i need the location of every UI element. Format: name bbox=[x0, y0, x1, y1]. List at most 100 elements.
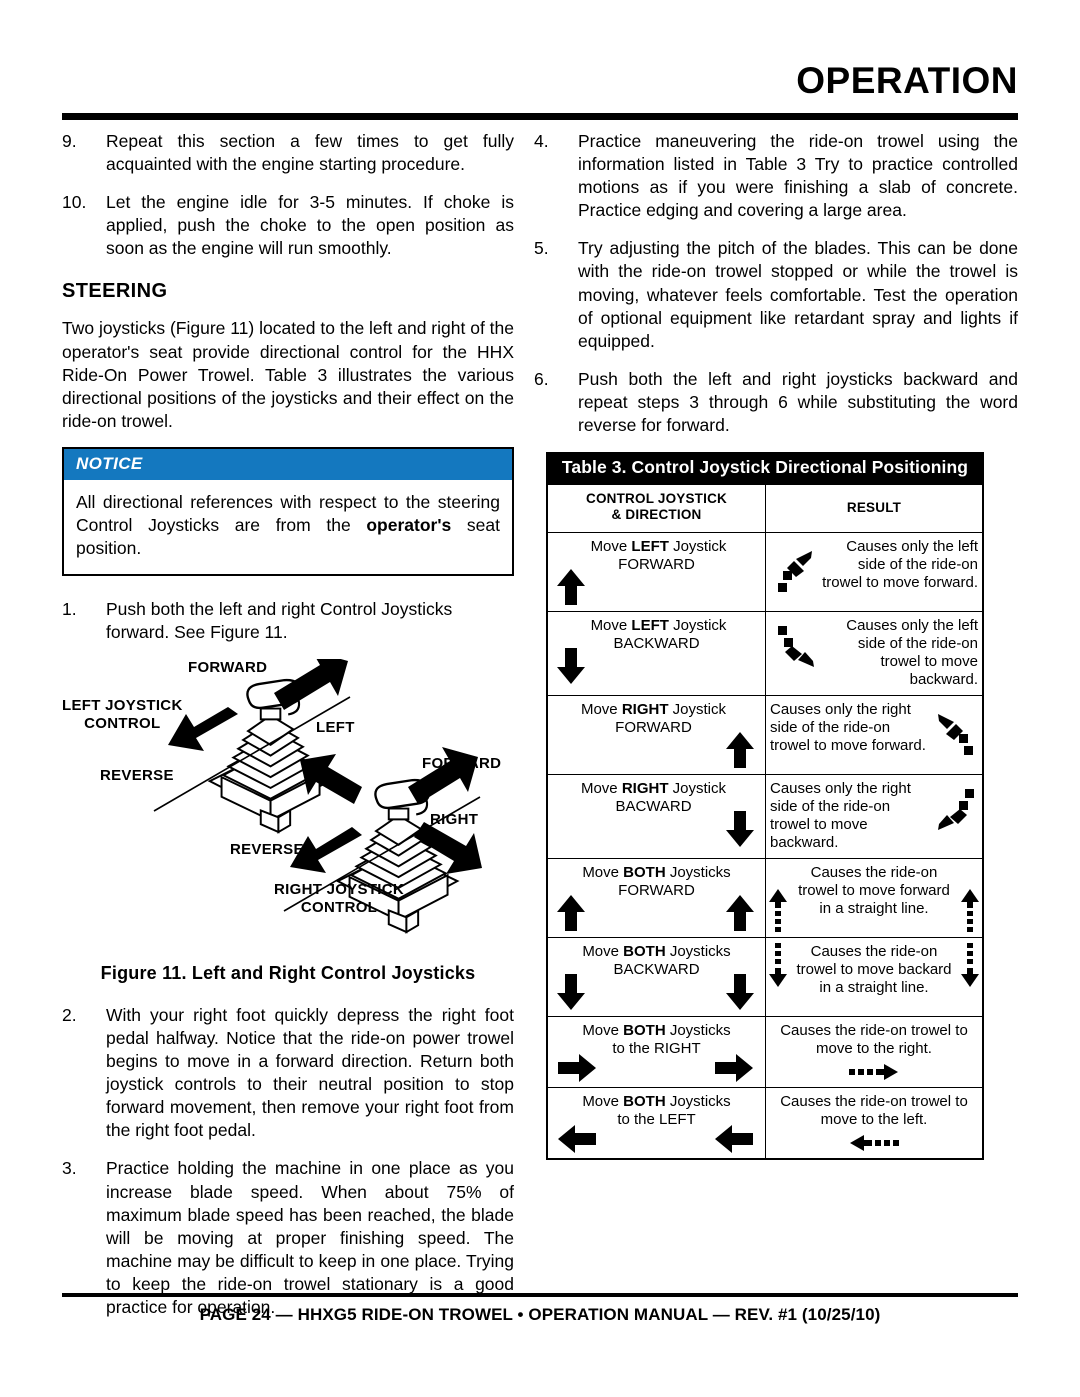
right-column: 4. Practice maneuvering the ride-on trow… bbox=[534, 130, 1018, 452]
list-item-number: 9. bbox=[62, 131, 77, 151]
list-item: 1. Push both the left and right Control … bbox=[62, 598, 514, 644]
arrow-up-icon bbox=[725, 730, 755, 770]
arrow-down-icon bbox=[725, 972, 755, 1012]
list-item: 5. Try adjusting the pitch of the blades… bbox=[534, 237, 1018, 352]
list-item-number: 2. bbox=[62, 1004, 77, 1025]
list-item-number: 10. bbox=[62, 192, 87, 213]
list-item-number: 6. bbox=[534, 368, 549, 389]
action-bold: BOTH bbox=[623, 863, 666, 881]
table-row: Move BOTH Joysticks to the LEFT Causes t… bbox=[546, 1086, 984, 1160]
notice-box: NOTICE All directional references with r… bbox=[62, 446, 514, 576]
table-header-result: RESULT bbox=[765, 484, 984, 533]
action-post: Joysticks bbox=[665, 1021, 731, 1039]
cell-action: Move RIGHT Joystick BACWARD bbox=[546, 773, 766, 859]
table-row: Move RIGHT Joystick BACWARD Causes only … bbox=[546, 773, 984, 859]
section-heading-steering: STEERING bbox=[62, 280, 168, 303]
notice-text-bold: operator's bbox=[366, 515, 452, 536]
action-text: Move LEFT Joystick bbox=[552, 617, 761, 635]
figure-label-reverse-right: REVERSE bbox=[230, 840, 304, 858]
arrow-diagonal-up-right-dotted-icon bbox=[776, 549, 816, 595]
arrow-diagonal-down-left-dotted-icon bbox=[932, 787, 976, 833]
action-bold: LEFT bbox=[631, 616, 669, 634]
table-row: Move LEFT Joystick BACKWARD Causes only … bbox=[546, 610, 984, 696]
cell-result: Causes only the left side of the ride-on… bbox=[765, 531, 984, 612]
table-header-row: CONTROL JOYSTICK & DIRECTION RESULT bbox=[546, 484, 984, 533]
arrow-down-dashed-tail-icon bbox=[960, 942, 980, 988]
figure-label-left-joystick-control-line2: CONTROL bbox=[84, 714, 161, 732]
action-text: Move BOTH Joysticks bbox=[552, 1022, 761, 1040]
notice-label: NOTICE bbox=[64, 448, 512, 480]
cell-result: Causes only the left side of the ride-on… bbox=[765, 610, 984, 696]
arrow-left-dotted-tail-icon bbox=[848, 1134, 900, 1152]
table-3-grid: CONTROL JOYSTICK & DIRECTION RESULT Move… bbox=[546, 484, 984, 1160]
cell-result: Causes the ride-on trowel to move backar… bbox=[765, 936, 984, 1017]
cell-result: Causes only the right side of the ride-o… bbox=[765, 694, 984, 775]
cell-action: Move BOTH Joysticks to the RIGHT bbox=[546, 1015, 766, 1088]
figure-11-joysticks: FORWARD LEFT JOYSTICK CONTROL REVERSE LE… bbox=[62, 658, 514, 959]
action-post: Joystick bbox=[668, 700, 727, 718]
left-column: 9. Repeat this section a few times to ge… bbox=[62, 130, 514, 1334]
action-post: Joysticks bbox=[665, 863, 731, 881]
header-line1: CONTROL JOYSTICK bbox=[586, 491, 727, 506]
arrow-left-icon bbox=[556, 1124, 598, 1154]
action-text: Move LEFT Joystick bbox=[552, 538, 761, 556]
arrow-left-icon bbox=[713, 1124, 755, 1154]
arrow-up-dashed-tail-icon bbox=[960, 888, 980, 934]
cell-result: Causes the ride-on trowel to move to the… bbox=[765, 1015, 984, 1088]
result-text: Causes only the right side of the ride-o… bbox=[770, 700, 926, 754]
list-item-text: Repeat this section a few times to get f… bbox=[106, 131, 514, 175]
arrow-right-dotted-tail-icon bbox=[848, 1063, 900, 1081]
steering-paragraph: Two joysticks (Figure 11) located to the… bbox=[62, 318, 514, 431]
manual-page: OPERATION 9. Repeat this section a few t… bbox=[0, 0, 1080, 1397]
figure-label-forward-left: FORWARD bbox=[188, 658, 268, 676]
action-text: Move BOTH Joysticks bbox=[552, 864, 761, 882]
action-bold: RIGHT bbox=[621, 700, 669, 718]
list-item: 9. Repeat this section a few times to ge… bbox=[62, 130, 514, 176]
figure-label-right-joystick-control-line1: RIGHT JOYSTICK bbox=[274, 880, 405, 898]
arrow-up-dashed-tail-icon bbox=[768, 888, 788, 934]
table-row: Move BOTH Joysticks to the RIGHT Causes … bbox=[546, 1015, 984, 1088]
result-text: Causes the ride-on trowel to move to the… bbox=[780, 1021, 968, 1057]
figure-label-left-joystick-control: LEFT JOYSTICK CONTROL bbox=[62, 697, 183, 732]
header-rule bbox=[62, 113, 1018, 120]
result-text: Causes the ride-on trowel to move forwar… bbox=[798, 863, 950, 917]
arrow-diagonal-up-left-dotted-icon bbox=[934, 712, 976, 758]
figure-11-caption: Figure 11. Left and Right Control Joysti… bbox=[100, 962, 476, 983]
footer-rule bbox=[62, 1293, 1018, 1297]
action-post: Joystick bbox=[668, 779, 727, 797]
action-text: Move BOTH Joysticks bbox=[552, 1093, 761, 1111]
header-line1: RESULT bbox=[846, 500, 902, 515]
action-bold: RIGHT bbox=[621, 779, 669, 797]
action-text: Move RIGHT Joystick bbox=[552, 701, 761, 719]
figure-label-right-joystick-control-line2: CONTROL bbox=[300, 898, 378, 916]
arrow-diagonal-down-right-dotted-icon bbox=[776, 624, 820, 670]
arrow-up-icon bbox=[556, 893, 586, 933]
arrow-down-icon bbox=[556, 972, 586, 1012]
result-text: Causes only the left side of the ride-on… bbox=[846, 616, 978, 688]
list-item: 6. Push both the left and right joystick… bbox=[534, 368, 1018, 437]
left-joystick-illustration bbox=[208, 678, 331, 834]
figure-label-right-joystick-control: RIGHT JOYSTICK CONTROL bbox=[274, 881, 404, 916]
result-text: Causes only the right side of the ride-o… bbox=[770, 779, 911, 851]
result-text: Causes only the left side of the ride-on… bbox=[822, 537, 978, 591]
cell-result: Causes the ride-on trowel to move forwar… bbox=[765, 857, 984, 938]
action-post: Joysticks bbox=[665, 942, 731, 960]
cell-action: Move LEFT Joystick FORWARD bbox=[546, 531, 766, 612]
action-pre: Move bbox=[582, 942, 624, 960]
action-pre: Move bbox=[580, 779, 622, 797]
action-bold: BOTH bbox=[623, 942, 666, 960]
arrow-right-icon bbox=[556, 1053, 598, 1083]
header-line2: & DIRECTION bbox=[611, 507, 702, 523]
figure-label-right: RIGHT bbox=[430, 810, 479, 828]
table-row: Move BOTH Joysticks BACKWARD Causes the … bbox=[546, 936, 984, 1017]
action-bold: BOTH bbox=[623, 1092, 666, 1110]
action-post: Joystick bbox=[668, 616, 727, 634]
figure-label-forward-right: FORWARD bbox=[422, 754, 502, 772]
action-bold: LEFT bbox=[631, 537, 669, 555]
action-pre: Move bbox=[582, 1021, 624, 1039]
list-item-text: Push both the left and right Control Joy… bbox=[106, 598, 453, 642]
list-item-text: Try adjusting the pitch of the blades. T… bbox=[578, 238, 1018, 351]
table-row: Move BOTH Joysticks FORWARD Causes the r… bbox=[546, 857, 984, 938]
arrow-up-icon bbox=[556, 567, 586, 607]
action-post: Joysticks bbox=[665, 1092, 731, 1110]
